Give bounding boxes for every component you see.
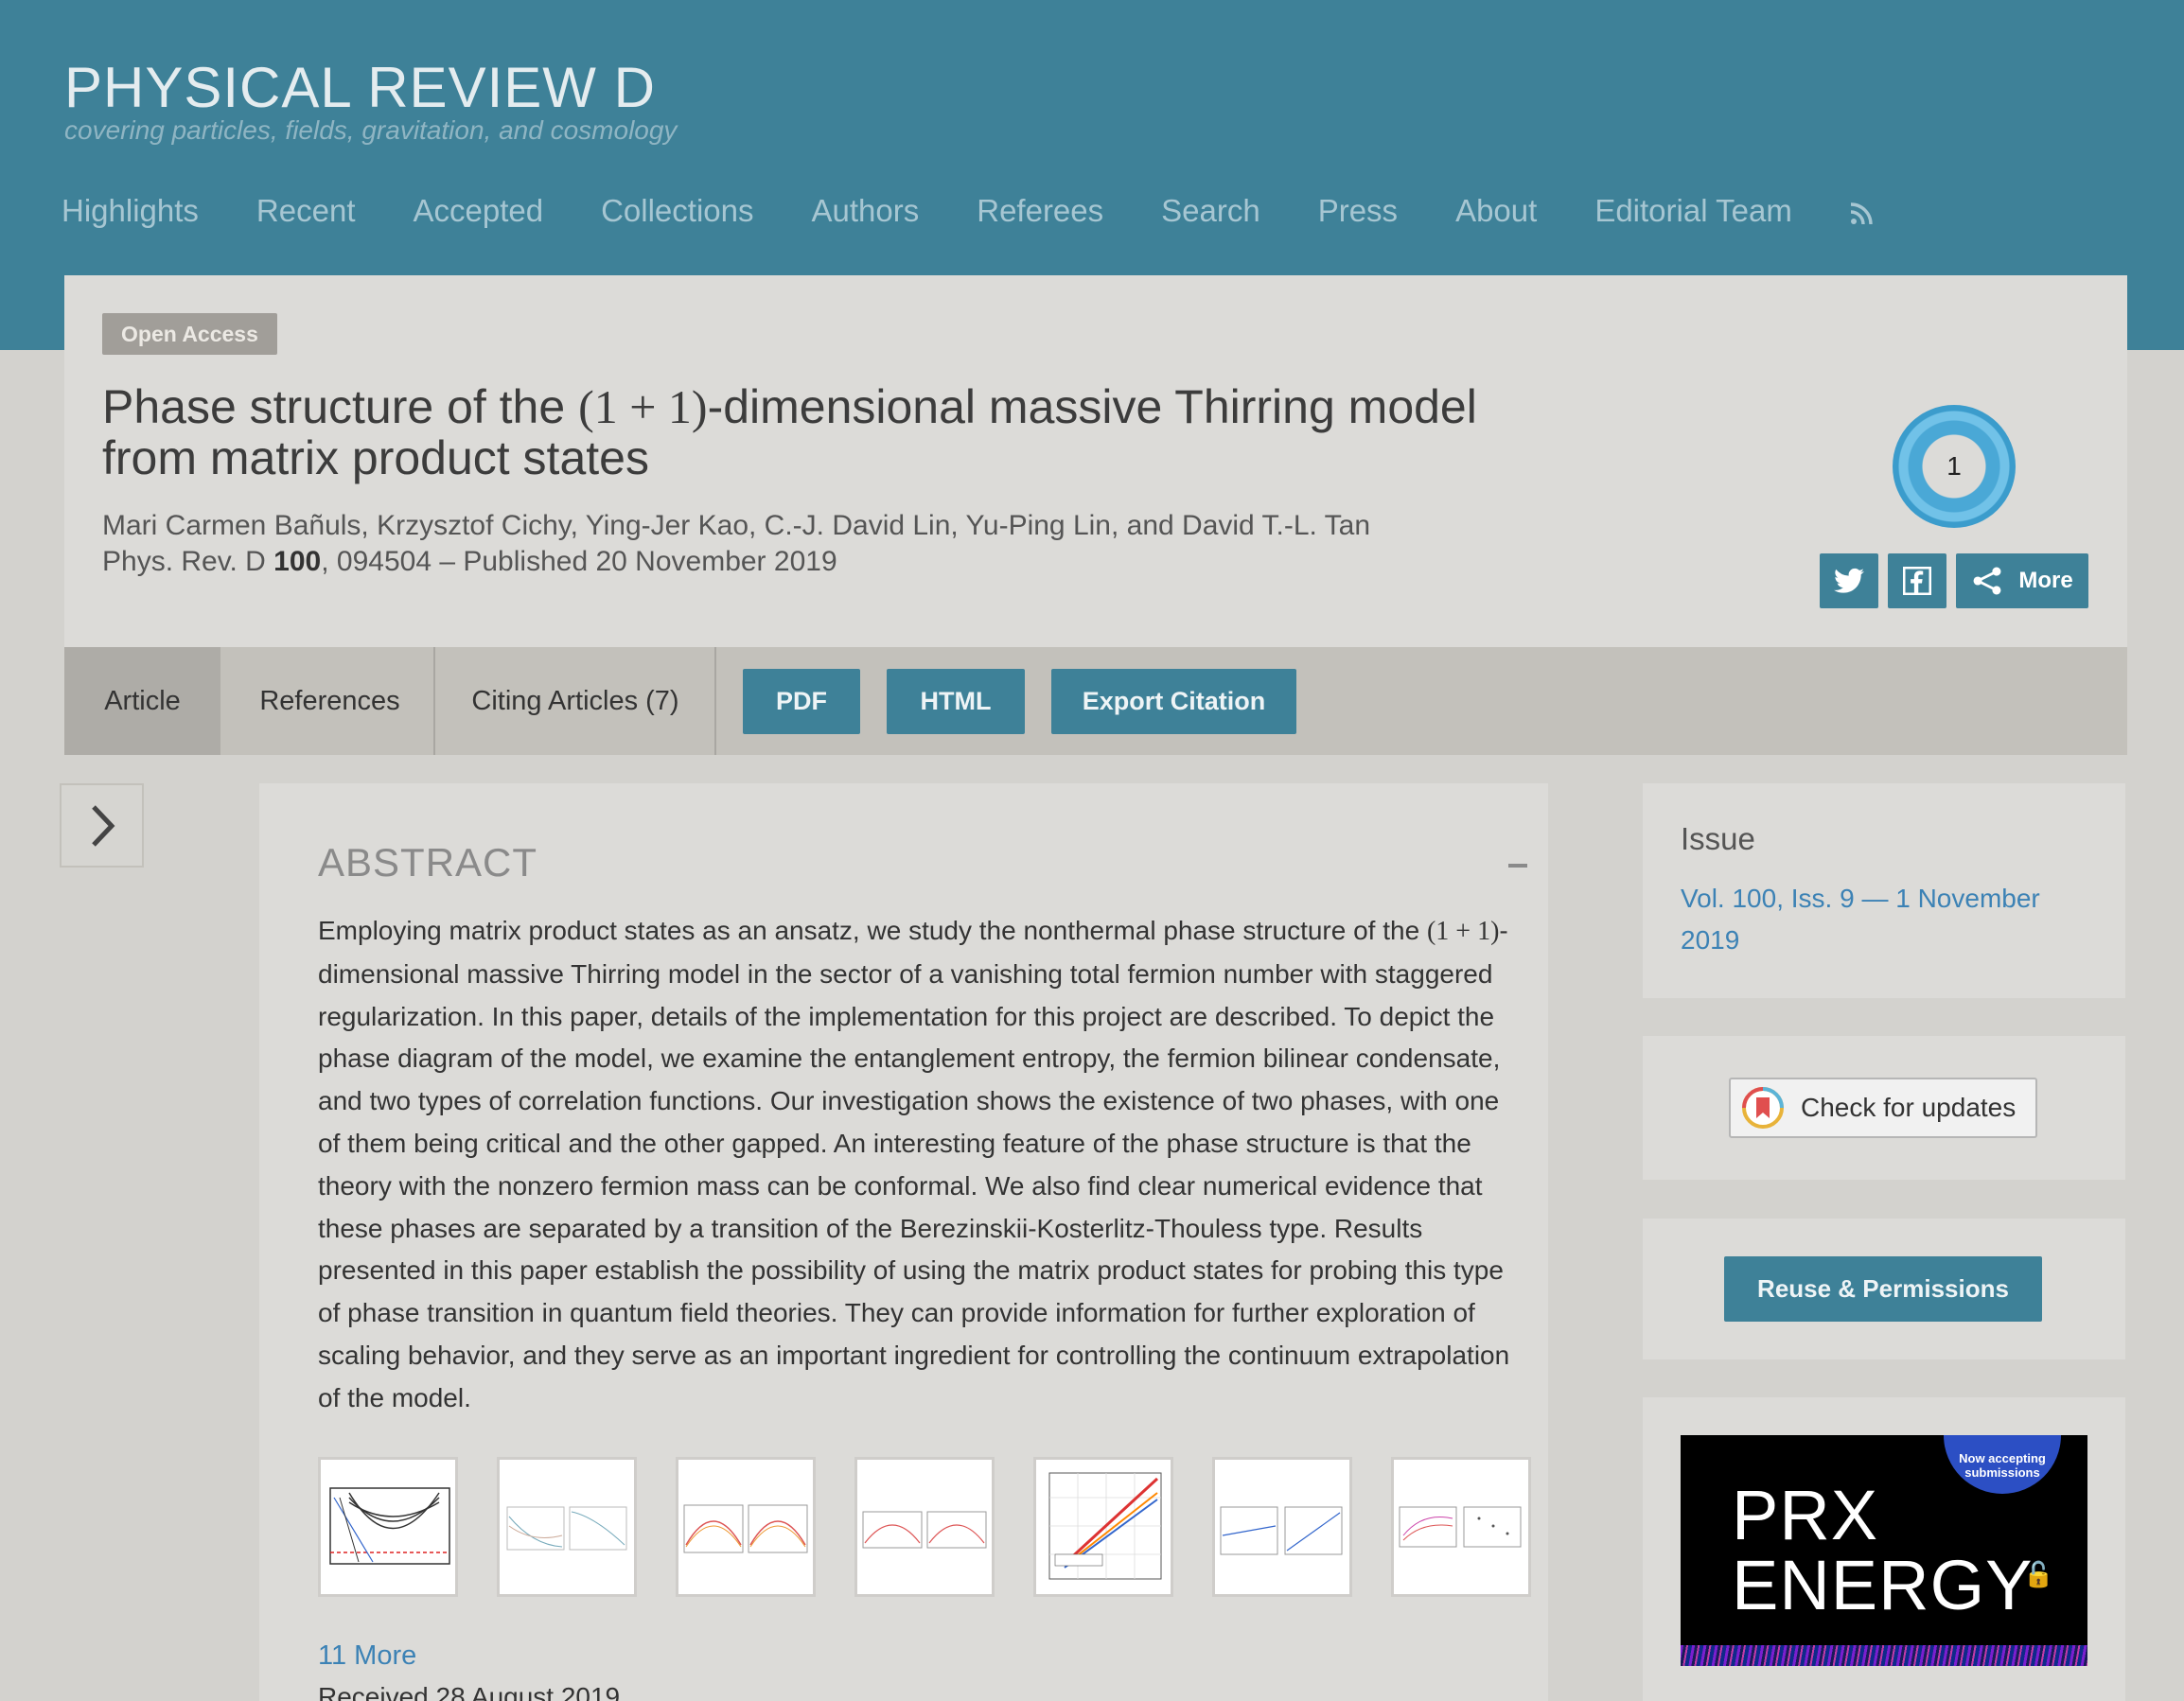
main-nav: Highlights Recent Accepted Collections A…: [62, 193, 1873, 229]
article-header: Open Access Phase structure of the (1 + …: [64, 275, 2127, 647]
issue-link[interactable]: Vol. 100, Iss. 9 — 1 November 2019: [1681, 878, 2097, 961]
nav-search[interactable]: Search: [1161, 193, 1260, 229]
figure-thumbnail-5[interactable]: [1033, 1457, 1173, 1597]
facebook-icon: [1903, 567, 1931, 595]
rss-icon[interactable]: [1850, 202, 1873, 225]
html-button[interactable]: HTML: [887, 669, 1025, 734]
collapse-abstract-button[interactable]: [1508, 864, 1527, 868]
abstract-section: ABSTRACT Employing matrix product states…: [259, 783, 1548, 1701]
more-figures-link[interactable]: 11 More: [318, 1640, 416, 1672]
issue-label: Issue: [1681, 821, 1755, 856]
figure-thumbnails: [318, 1457, 1531, 1597]
article-tabs: Article References Citing Articles (7) P…: [64, 647, 2127, 755]
journal-abbrev: Phys. Rev. D: [102, 546, 274, 577]
nav-about[interactable]: About: [1455, 193, 1537, 229]
figure-thumbnail-6[interactable]: [1212, 1457, 1352, 1597]
altmetric-score: 1: [1946, 451, 1962, 481]
nav-press[interactable]: Press: [1318, 193, 1398, 229]
nav-highlights[interactable]: Highlights: [62, 193, 199, 229]
journal-subtitle: covering particles, fields, gravitation,…: [64, 115, 678, 145]
share-more-button[interactable]: More: [1956, 553, 2088, 608]
figure-thumbnail-3[interactable]: [676, 1457, 816, 1597]
title-text-pre: Phase structure of the: [102, 380, 579, 433]
abstract-math: (1 + 1): [1426, 917, 1500, 946]
volume-number: 100: [273, 546, 322, 577]
nav-accepted[interactable]: Accepted: [413, 193, 543, 229]
facebook-share-button[interactable]: [1888, 553, 1946, 608]
reuse-card: Reuse & Permissions: [1643, 1219, 2125, 1359]
title-math: (1 + 1): [578, 380, 708, 433]
share-more-label: More: [2018, 568, 2073, 593]
journal-title[interactable]: PHYSICAL REVIEW D: [64, 55, 656, 120]
nav-recent[interactable]: Recent: [256, 193, 356, 229]
nav-authors[interactable]: Authors: [812, 193, 920, 229]
title-text-post: -dimensional massive Thirring model: [707, 380, 1477, 433]
publication-info: , 094504 – Published 20 November 2019: [321, 546, 837, 577]
title-text-line2: from matrix product states: [102, 431, 649, 484]
article-title: Phase structure of the (1 + 1)-dimension…: [102, 381, 1616, 483]
figure-thumbnail-7[interactable]: [1391, 1457, 1531, 1597]
ad-title-line1: PRX: [1732, 1476, 1879, 1554]
chevron-right-icon: [91, 804, 114, 847]
pdf-button[interactable]: PDF: [743, 669, 860, 734]
tab-citing-articles[interactable]: Citing Articles (7): [435, 647, 715, 755]
figure-thumbnail-4[interactable]: [854, 1457, 995, 1597]
check-for-updates-button[interactable]: Check for updates: [1729, 1078, 2037, 1138]
check-updates-card: Check for updates: [1643, 1036, 2125, 1180]
ad-card: Now accepting submissions PRX ENERGY 🔓: [1643, 1397, 2125, 1701]
author-list[interactable]: Mari Carmen Bañuls, Krzysztof Cichy, Yin…: [102, 510, 1370, 542]
abstract-heading: ABSTRACT: [318, 840, 538, 885]
nav-referees[interactable]: Referees: [977, 193, 1103, 229]
ad-decorative-stripe: [1681, 1645, 2087, 1666]
abstract-text-post: -dimensional massive Thirring model in t…: [318, 916, 1510, 1412]
check-for-updates-label: Check for updates: [1801, 1093, 2017, 1122]
share-icon: [1973, 567, 2001, 595]
tab-article[interactable]: Article: [64, 647, 220, 755]
export-citation-button[interactable]: Export Citation: [1051, 669, 1296, 734]
crossmark-icon: [1742, 1087, 1784, 1129]
tab-references[interactable]: References: [220, 647, 439, 755]
figure-thumbnail-1[interactable]: [318, 1457, 458, 1597]
nav-collections[interactable]: Collections: [601, 193, 753, 229]
nav-editorial-team[interactable]: Editorial Team: [1594, 193, 1792, 229]
prx-energy-ad[interactable]: Now accepting submissions PRX ENERGY 🔓: [1681, 1435, 2087, 1666]
abstract-text: Employing matrix product states as an an…: [318, 910, 1527, 1420]
abstract-text-pre: Employing matrix product states as an an…: [318, 916, 1427, 945]
twitter-icon: [1834, 568, 1864, 593]
share-buttons: More: [1820, 553, 2088, 608]
citation-line: Phys. Rev. D 100, 094504 – Published 20 …: [102, 546, 837, 578]
received-date: Received 28 August 2019: [318, 1682, 621, 1701]
figure-thumbnail-2[interactable]: [497, 1457, 637, 1597]
issue-card: Issue Vol. 100, Iss. 9 — 1 November 2019: [1643, 783, 2125, 998]
open-access-icon: 🔓: [2023, 1560, 2054, 1588]
ad-title-line2: ENERGY: [1732, 1546, 2034, 1624]
tab-divider: [714, 647, 716, 755]
reuse-permissions-button[interactable]: Reuse & Permissions: [1724, 1256, 2042, 1322]
twitter-share-button[interactable]: [1820, 553, 1878, 608]
open-access-badge: Open Access: [102, 313, 277, 355]
altmetric-donut[interactable]: 1: [1893, 405, 2016, 528]
sidebar-toggle-button[interactable]: [60, 783, 144, 868]
ad-badge: Now accepting submissions: [1944, 1435, 2061, 1494]
